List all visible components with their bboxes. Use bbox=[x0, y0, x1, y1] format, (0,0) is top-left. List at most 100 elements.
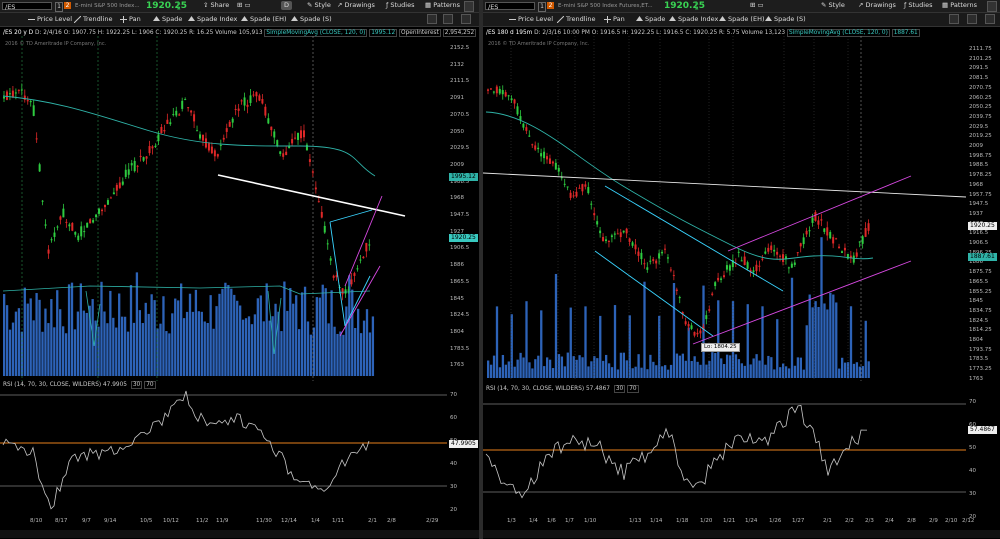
left-sequence-box[interactable]: 1 bbox=[55, 2, 63, 12]
right-candle bbox=[522, 123, 525, 128]
right-style-button[interactable]: ✎ Style bbox=[818, 1, 848, 10]
right-candle bbox=[717, 277, 720, 281]
right-date-tick: 2/2 bbox=[845, 518, 854, 524]
left-candle bbox=[23, 95, 26, 100]
right-symbol-input[interactable]: /ES bbox=[485, 2, 535, 11]
right-tool-spade[interactable]: Spade bbox=[636, 14, 665, 25]
right-candle bbox=[625, 228, 628, 234]
right-volume-bar bbox=[681, 353, 684, 378]
right-tool-spade-s[interactable]: Spade (S) bbox=[765, 14, 806, 25]
left-volume-bar bbox=[44, 308, 47, 376]
right-candle bbox=[761, 258, 764, 260]
left-tool-spade[interactable]: Spade bbox=[153, 14, 182, 25]
left-share-button[interactable]: ⇪ Share bbox=[200, 1, 232, 10]
right-grid-icon[interactable] bbox=[967, 14, 977, 24]
right-settings-icon[interactable] bbox=[949, 14, 959, 24]
left-volume-bar bbox=[283, 281, 286, 376]
left-price-tick: 2070.5 bbox=[450, 111, 470, 118]
right-candle bbox=[504, 92, 507, 97]
left-aggregation-button[interactable]: D bbox=[281, 1, 293, 10]
right-volume-bar bbox=[507, 361, 510, 378]
left-price-axis[interactable]: 2152.5 2132 2111.5 2091 2070.5 2050 2029.5 2009… bbox=[448, 36, 479, 381]
right-volume-bar bbox=[501, 354, 505, 378]
left-volume-bar bbox=[362, 320, 366, 376]
right-period-icons[interactable]: ⊞ ▭ bbox=[747, 1, 767, 10]
right-rsi-axis[interactable]: 70 60 50 40 30 20 bbox=[967, 394, 1000, 520]
right-candle bbox=[776, 251, 779, 255]
left-drawings-button[interactable]: ↗ Drawings bbox=[334, 1, 378, 10]
left-window-menu-icon[interactable] bbox=[464, 1, 474, 12]
left-settings-icon[interactable] bbox=[427, 14, 437, 24]
left-date-tick: 8/10 bbox=[30, 518, 43, 524]
left-time-axis[interactable]: 8/10 8/17 9/7 9/14 10/5 10/12 11/2 11/9 11/30 12/… bbox=[0, 518, 447, 528]
left-grid-icon[interactable] bbox=[443, 14, 453, 24]
left-price-chart[interactable] bbox=[0, 36, 447, 381]
left-tool-spade-eh[interactable]: Spade (EH) bbox=[241, 14, 287, 25]
left-rsi-chart[interactable] bbox=[0, 390, 447, 516]
right-candle bbox=[858, 241, 861, 243]
right-drawings-button[interactable]: ↗ Drawings bbox=[855, 1, 899, 10]
right-volume-bar bbox=[835, 302, 838, 378]
left-candle bbox=[311, 171, 314, 173]
left-rsi-tick: 30 bbox=[450, 484, 457, 490]
right-patterns-button[interactable]: ▦ Patterns bbox=[939, 1, 980, 10]
right-tool-price-level[interactable]: Price Level bbox=[509, 14, 553, 25]
right-sequence-box[interactable]: 1 bbox=[538, 2, 546, 12]
left-candle bbox=[199, 134, 202, 139]
left-symbol-input[interactable]: /ES bbox=[2, 2, 52, 11]
right-tool-pan[interactable]: Pan bbox=[604, 14, 625, 25]
left-candle bbox=[148, 146, 151, 154]
left-candle bbox=[302, 130, 305, 138]
left-tool-price-level[interactable]: Price Level bbox=[28, 14, 72, 25]
right-rsi-chart[interactable] bbox=[483, 394, 966, 516]
left-volume-bar bbox=[188, 293, 192, 376]
right-volume-bar bbox=[528, 362, 531, 378]
right-candle bbox=[835, 238, 838, 240]
right-studies-button[interactable]: ƒ Studies bbox=[901, 1, 935, 10]
left-volume-bar bbox=[47, 323, 50, 376]
right-window-menu-icon[interactable] bbox=[987, 1, 997, 12]
left-studies-button[interactable]: ƒ Studies bbox=[383, 1, 417, 10]
right-price-chart[interactable] bbox=[483, 36, 966, 381]
right-volume-bar bbox=[613, 305, 617, 378]
left-volume-bar bbox=[212, 328, 215, 376]
right-volume-bar bbox=[516, 359, 519, 378]
left-link-icon[interactable]: 2 bbox=[64, 2, 71, 9]
right-rsi-tag: 57.4867 bbox=[968, 426, 997, 434]
right-candle bbox=[669, 269, 672, 271]
right-layout-icon[interactable] bbox=[985, 14, 995, 24]
right-volume-bar bbox=[655, 365, 658, 378]
right-price-tick: 1845 bbox=[969, 298, 983, 305]
right-tool-trendline[interactable]: Trendline bbox=[557, 14, 596, 25]
left-layout-icon[interactable] bbox=[461, 14, 471, 24]
left-volume-bar bbox=[62, 326, 65, 376]
right-candle bbox=[501, 90, 504, 95]
left-patterns-button[interactable]: ▦ Patterns bbox=[422, 1, 463, 10]
left-tool-pan[interactable]: Pan bbox=[120, 14, 141, 25]
left-rsi-axis[interactable]: 706050403020 bbox=[448, 390, 479, 516]
right-tool-spade-index[interactable]: Spade Index bbox=[669, 14, 718, 25]
right-volume-bar bbox=[811, 307, 814, 378]
left-date-tick: 2/29 bbox=[426, 518, 439, 524]
right-link-icon[interactable]: 2 bbox=[547, 2, 554, 9]
right-price-tick: 1957.75 bbox=[969, 191, 992, 198]
left-volume-bar bbox=[295, 295, 298, 376]
right-volume-bar bbox=[737, 359, 741, 378]
right-tool-spade-eh[interactable]: Spade (EH) bbox=[719, 14, 765, 25]
left-style-button[interactable]: ✎ Style bbox=[304, 1, 334, 10]
left-candle bbox=[347, 289, 350, 291]
right-price-tick: 2009 bbox=[969, 143, 983, 149]
right-candle bbox=[808, 230, 811, 232]
left-rsi-line bbox=[2, 390, 370, 510]
right-volume-bar bbox=[537, 355, 540, 378]
left-rsi-tick: 40 bbox=[450, 461, 457, 467]
left-period-icons[interactable]: ⊞ ▭ bbox=[234, 1, 254, 10]
left-tool-trendline[interactable]: Trendline bbox=[74, 14, 113, 25]
left-tool-spade-s[interactable]: Spade (S) bbox=[291, 14, 332, 25]
right-candle bbox=[790, 263, 793, 268]
right-time-axis[interactable]: 1/3 1/4 1/6 1/7 1/10 1/13 1/14 1/18 1/20 1/21 1/24… bbox=[483, 518, 974, 528]
left-tool-spade-index[interactable]: Spade Index bbox=[188, 14, 237, 25]
left-candle bbox=[273, 131, 276, 138]
right-price-axis[interactable]: 2111.75 2101.25 2091.5 2081.5 2070.75 2060.25… bbox=[967, 36, 1000, 382]
left-candle bbox=[308, 159, 311, 162]
